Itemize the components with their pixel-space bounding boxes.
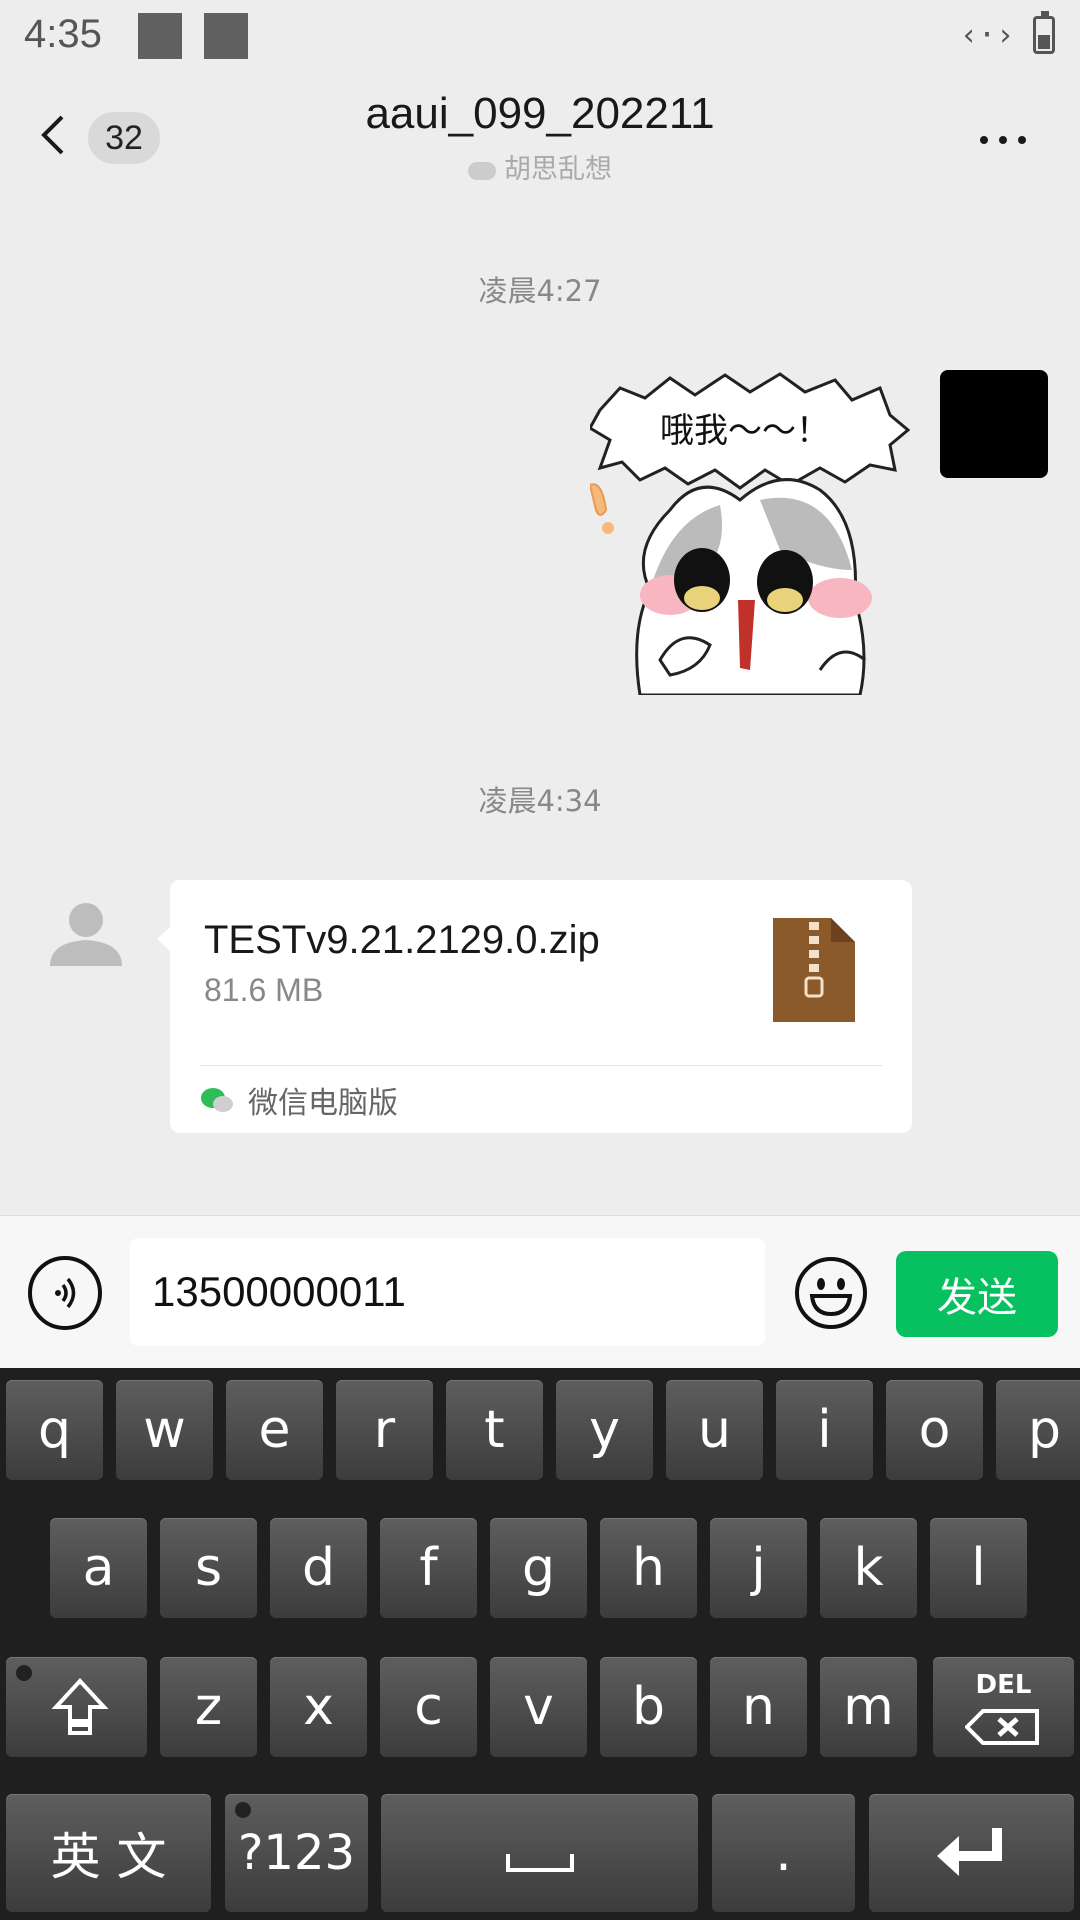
symbols-key-label: ?123 bbox=[237, 1825, 356, 1881]
chat-title: aaui_099_202211 bbox=[365, 89, 715, 138]
key-o[interactable]: o bbox=[886, 1380, 983, 1480]
shift-key[interactable] bbox=[6, 1657, 147, 1757]
key-w[interactable]: w bbox=[116, 1380, 213, 1480]
key-label: k bbox=[853, 1538, 884, 1598]
key-e[interactable]: e bbox=[226, 1380, 323, 1480]
chat-status: 胡思乱想 bbox=[0, 147, 1080, 186]
key-z[interactable]: z bbox=[160, 1657, 257, 1757]
key-label: m bbox=[843, 1677, 894, 1737]
space-bar-icon bbox=[506, 1854, 574, 1872]
key-a[interactable]: a bbox=[50, 1518, 147, 1618]
key-b[interactable]: b bbox=[600, 1657, 697, 1757]
delete-key[interactable]: DEL bbox=[933, 1657, 1074, 1757]
delete-key-label: DEL bbox=[975, 1670, 1032, 1700]
shift-arrow-icon bbox=[51, 1678, 109, 1735]
my-avatar[interactable] bbox=[940, 370, 1048, 478]
key-d[interactable]: d bbox=[270, 1518, 367, 1618]
key-label: g bbox=[521, 1538, 555, 1598]
key-q[interactable]: q bbox=[6, 1380, 103, 1480]
data-transfer-icon: ‹·› bbox=[960, 18, 1015, 53]
key-label: t bbox=[484, 1400, 505, 1460]
notification-icon bbox=[138, 13, 182, 59]
key-label: z bbox=[194, 1677, 223, 1737]
key-label: d bbox=[301, 1538, 335, 1598]
key-label: u bbox=[698, 1400, 731, 1460]
soft-keyboard: q w e r t y u i o p a s d f g h j k l z x c v b n m DEL 英 文 ?12… bbox=[0, 1368, 1080, 1920]
key-label: h bbox=[632, 1538, 665, 1598]
key-label: r bbox=[373, 1400, 396, 1460]
message-timestamp: 凌晨4:34 bbox=[478, 784, 602, 818]
language-key[interactable]: 英 文 bbox=[6, 1794, 211, 1912]
key-u[interactable]: u bbox=[666, 1380, 763, 1480]
file-size: 81.6 MB bbox=[204, 972, 324, 1008]
file-name: TESTv9.21.2129.0.zip bbox=[204, 918, 600, 962]
key-x[interactable]: x bbox=[270, 1657, 367, 1757]
status-time: 4:35 bbox=[24, 12, 102, 56]
key-label: l bbox=[971, 1538, 986, 1598]
key-label: y bbox=[589, 1400, 620, 1460]
key-label: e bbox=[258, 1400, 291, 1460]
key-label: a bbox=[82, 1538, 115, 1598]
sticker-caption: 哦我～～！ bbox=[660, 411, 830, 451]
key-k[interactable]: k bbox=[820, 1518, 917, 1618]
message-input[interactable] bbox=[130, 1238, 765, 1346]
key-h[interactable]: h bbox=[600, 1518, 697, 1618]
more-options-icon[interactable] bbox=[978, 125, 1028, 155]
key-label: p bbox=[1027, 1400, 1061, 1460]
key-label: s bbox=[194, 1538, 223, 1598]
key-j[interactable]: j bbox=[710, 1518, 807, 1618]
key-label: f bbox=[419, 1538, 438, 1598]
key-label: v bbox=[523, 1677, 554, 1737]
status-text: 胡思乱想 bbox=[504, 154, 612, 185]
key-label: c bbox=[414, 1677, 443, 1737]
symbols-key[interactable]: ?123 bbox=[225, 1794, 368, 1912]
key-m[interactable]: m bbox=[820, 1657, 917, 1757]
key-r[interactable]: r bbox=[336, 1380, 433, 1480]
key-t[interactable]: t bbox=[446, 1380, 543, 1480]
key-label: j bbox=[751, 1538, 766, 1598]
file-source-label: 微信电脑版 bbox=[248, 1086, 398, 1121]
space-key[interactable] bbox=[381, 1794, 698, 1912]
key-f[interactable]: f bbox=[380, 1518, 477, 1618]
status-bar: 4:35 ‹·› bbox=[0, 0, 1080, 75]
key-n[interactable]: n bbox=[710, 1657, 807, 1757]
file-message-card[interactable]: TESTv9.21.2129.0.zip 81.6 MB 微信电脑版 bbox=[157, 880, 912, 1133]
sticker-message[interactable]: 哦我～～！ bbox=[590, 370, 910, 695]
card-divider bbox=[200, 1065, 882, 1066]
period-key[interactable]: . bbox=[712, 1794, 855, 1912]
file-source: 微信电脑版 bbox=[200, 1078, 398, 1122]
input-bar: 发送 bbox=[0, 1215, 1080, 1368]
key-p[interactable]: p bbox=[996, 1380, 1080, 1480]
key-i[interactable]: i bbox=[776, 1380, 873, 1480]
key-y[interactable]: y bbox=[556, 1380, 653, 1480]
key-s[interactable]: s bbox=[160, 1518, 257, 1618]
key-c[interactable]: c bbox=[380, 1657, 477, 1757]
message-timestamp: 凌晨4:27 bbox=[478, 274, 602, 308]
key-label: w bbox=[143, 1400, 186, 1460]
backspace-icon bbox=[965, 1709, 1039, 1745]
notification-icon bbox=[204, 13, 248, 59]
key-label: n bbox=[742, 1677, 775, 1737]
emoji-icon[interactable] bbox=[794, 1256, 868, 1330]
zip-file-icon bbox=[773, 918, 855, 1022]
battery-icon bbox=[1033, 11, 1055, 54]
key-v[interactable]: v bbox=[490, 1657, 587, 1757]
key-l[interactable]: l bbox=[930, 1518, 1027, 1618]
language-key-label: 英 文 bbox=[50, 1828, 167, 1886]
key-label: q bbox=[37, 1400, 71, 1460]
key-label: i bbox=[817, 1400, 832, 1460]
enter-arrow-icon bbox=[937, 1828, 1002, 1876]
period-key-label: . bbox=[775, 1823, 792, 1883]
contact-avatar-icon[interactable] bbox=[46, 898, 126, 978]
send-button[interactable]: 发送 bbox=[896, 1251, 1058, 1337]
voice-input-icon[interactable] bbox=[28, 1256, 102, 1330]
wechat-pc-icon bbox=[201, 1088, 233, 1112]
key-label: o bbox=[918, 1400, 951, 1460]
key-g[interactable]: g bbox=[490, 1518, 587, 1618]
key-label: b bbox=[631, 1677, 665, 1737]
key-label: x bbox=[303, 1677, 334, 1737]
chat-header: 32 aaui_099_202211 胡思乱想 bbox=[0, 75, 1080, 200]
enter-key[interactable] bbox=[869, 1794, 1074, 1912]
status-bubble-icon bbox=[468, 161, 496, 180]
